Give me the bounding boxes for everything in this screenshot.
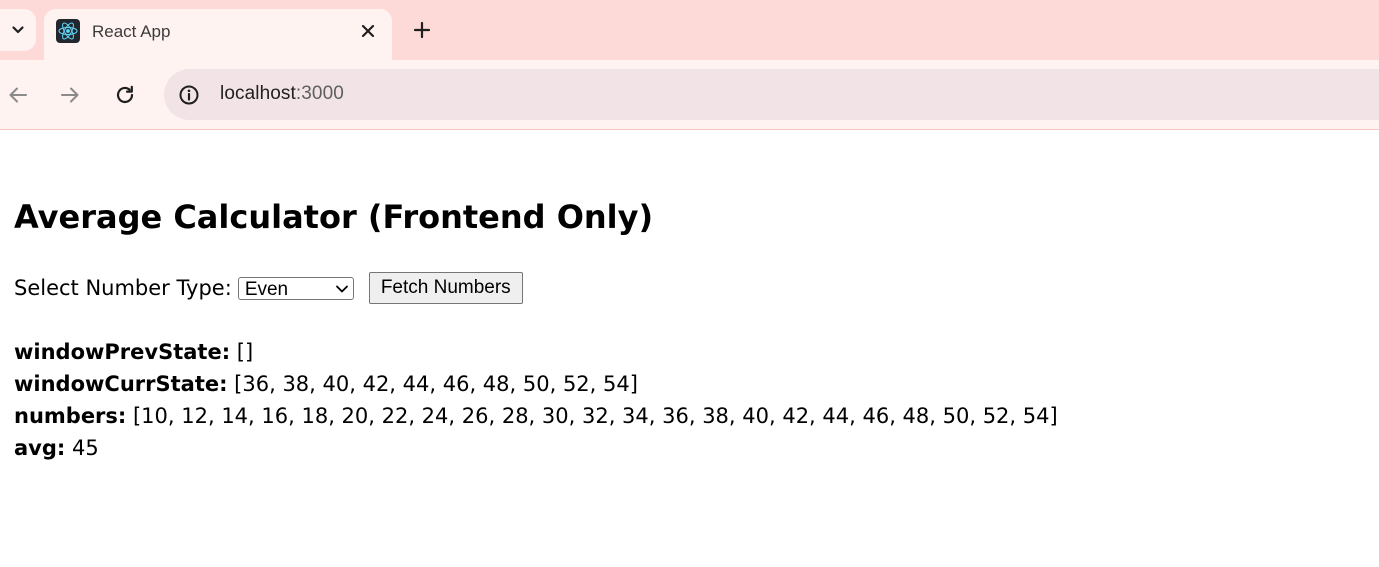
browser-toolbar: localhost:3000 bbox=[0, 60, 1379, 130]
window-prev-state: windowPrevState: [] bbox=[14, 336, 253, 368]
fetch-numbers-button[interactable]: Fetch Numbers bbox=[368, 272, 523, 304]
number-type-select[interactable]: Even bbox=[237, 276, 354, 300]
average-value: avg: 45 bbox=[14, 432, 99, 464]
tab-strip: React App bbox=[0, 0, 1379, 60]
info-icon bbox=[179, 85, 199, 105]
forward-button[interactable] bbox=[57, 82, 83, 108]
chevron-down-icon bbox=[335, 285, 348, 292]
react-icon bbox=[56, 19, 80, 43]
url-port: :3000 bbox=[295, 83, 344, 104]
arrow-left-icon bbox=[9, 87, 27, 103]
site-info-button[interactable] bbox=[176, 82, 202, 108]
back-button[interactable] bbox=[5, 82, 31, 108]
result-label: avg: bbox=[14, 436, 66, 460]
number-type-label: Select Number Type: bbox=[14, 276, 232, 300]
reload-icon bbox=[116, 85, 134, 104]
arrow-right-icon bbox=[61, 87, 79, 103]
result-value: [36, 38, 40, 42, 44, 46, 48, 50, 52, 54] bbox=[227, 372, 638, 396]
result-value: 45 bbox=[65, 436, 99, 460]
plus-icon bbox=[413, 21, 431, 39]
result-value: [] bbox=[230, 340, 254, 364]
result-value: [10, 12, 14, 16, 18, 20, 22, 24, 26, 28,… bbox=[126, 404, 1058, 428]
reload-button[interactable] bbox=[112, 82, 138, 108]
controls-row: Select Number Type: Even Fetch Numbers bbox=[14, 272, 523, 304]
result-label: numbers: bbox=[14, 404, 127, 428]
chevron-down-icon bbox=[12, 26, 24, 34]
result-label: windowCurrState: bbox=[14, 372, 228, 396]
url-host: localhost bbox=[220, 83, 296, 104]
new-tab-button[interactable] bbox=[409, 17, 435, 43]
url-text: localhost:3000 bbox=[220, 83, 344, 105]
tab-title: React App bbox=[92, 22, 171, 41]
close-icon bbox=[361, 24, 375, 38]
number-type-value: Even bbox=[244, 278, 289, 300]
page-title: Average Calculator (Frontend Only) bbox=[14, 198, 654, 236]
result-label: windowPrevState: bbox=[14, 340, 231, 364]
active-tab[interactable]: React App bbox=[44, 9, 392, 60]
tab-search-button[interactable] bbox=[0, 9, 36, 51]
window-curr-state: windowCurrState: [36, 38, 40, 42, 44, 46… bbox=[14, 368, 638, 400]
tab-close-button[interactable] bbox=[356, 19, 380, 43]
numbers-list: numbers: [10, 12, 14, 16, 18, 20, 22, 24… bbox=[14, 400, 1058, 432]
address-bar[interactable]: localhost:3000 bbox=[164, 69, 1379, 120]
